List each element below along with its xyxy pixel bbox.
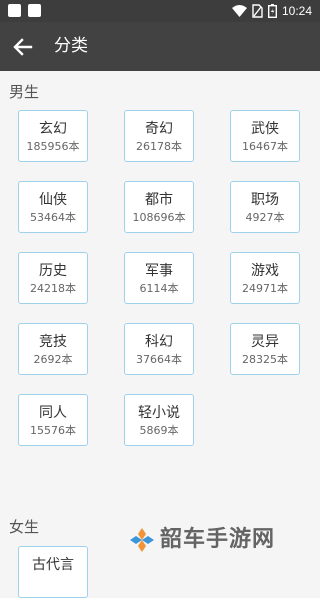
category-name: 轻小说: [138, 405, 180, 421]
category-count: 4927本: [245, 211, 285, 224]
category-name: 职场: [251, 192, 279, 208]
category-count: 24971本: [242, 282, 288, 295]
category-tile[interactable]: 都市 108696本: [124, 181, 194, 233]
category-count: 16467本: [242, 140, 288, 153]
category-name: 仙侠: [39, 192, 67, 208]
status-time: 10:24: [281, 4, 312, 18]
watermark-logo-icon: [130, 528, 154, 552]
category-name: 玄幻: [39, 121, 67, 137]
page-title: 分类: [54, 36, 88, 56]
category-count: 37664本: [136, 353, 182, 366]
category-tile[interactable]: 武侠 16467本: [230, 110, 300, 162]
category-tile[interactable]: 职场 4927本: [230, 181, 300, 233]
category-count: 5869本: [139, 424, 179, 437]
notification-icon: [8, 4, 21, 17]
back-button[interactable]: [10, 34, 36, 60]
category-tile[interactable]: 仙侠 53464本: [18, 181, 88, 233]
status-indicators: 10:24: [231, 3, 312, 19]
category-count: 108696本: [132, 211, 186, 224]
category-count: 26178本: [136, 140, 182, 153]
category-name: 科幻: [145, 334, 173, 350]
category-name: 历史: [39, 263, 67, 279]
category-name: 同人: [39, 405, 67, 421]
section-title-female: 女生: [9, 518, 40, 536]
category-count: 24218本: [30, 282, 76, 295]
category-tile[interactable]: 游戏 24971本: [230, 252, 300, 304]
category-name: 游戏: [251, 263, 279, 279]
category-count: 28325本: [242, 353, 288, 366]
category-name: 灵异: [251, 334, 279, 350]
wifi-icon: [231, 5, 247, 17]
notification-icon: [28, 4, 41, 17]
section-title-male: 男生: [9, 83, 40, 101]
category-count: 185956本: [26, 140, 80, 153]
category-tile[interactable]: 玄幻 185956本: [18, 110, 88, 162]
app-bar: 分类: [0, 22, 320, 71]
category-tile[interactable]: 历史 24218本: [18, 252, 88, 304]
category-tile[interactable]: 轻小说 5869本: [124, 394, 194, 446]
category-tile[interactable]: 奇幻 26178本: [124, 110, 194, 162]
arrow-left-icon: [13, 38, 33, 56]
watermark: 韶车手游网: [128, 526, 275, 554]
battery-icon: [267, 4, 277, 18]
category-count: 6114本: [139, 282, 179, 295]
category-tile[interactable]: 古代言: [18, 546, 88, 598]
watermark-text: 韶车手游网: [160, 527, 276, 552]
no-sim-icon: [252, 4, 263, 18]
category-tile[interactable]: 灵异 28325本: [230, 323, 300, 375]
category-count: 53464本: [30, 211, 76, 224]
status-bar: 10:24: [0, 0, 320, 22]
category-name: 奇幻: [145, 121, 173, 137]
category-tile[interactable]: 科幻 37664本: [124, 323, 194, 375]
category-tile[interactable]: 竞技 2692本: [18, 323, 88, 375]
category-name: 古代言: [32, 557, 74, 573]
category-count: 2692本: [33, 353, 73, 366]
category-count: 15576本: [30, 424, 76, 437]
category-name: 竞技: [39, 334, 67, 350]
category-name: 军事: [145, 263, 173, 279]
category-name: 都市: [145, 192, 173, 208]
category-name: 武侠: [251, 121, 279, 137]
category-tile[interactable]: 军事 6114本: [124, 252, 194, 304]
category-tile[interactable]: 同人 15576本: [18, 394, 88, 446]
status-notifications: [8, 4, 41, 17]
